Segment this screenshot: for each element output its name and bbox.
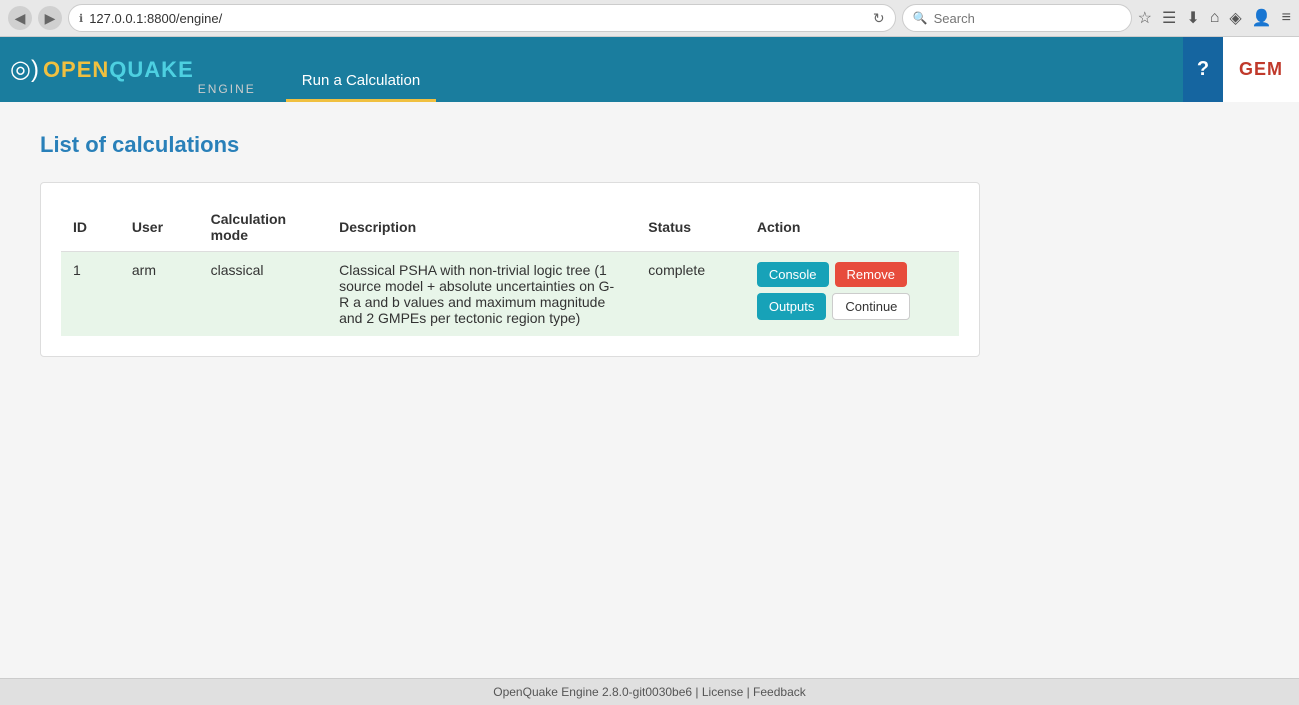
row-status: complete: [636, 252, 745, 337]
footer-version: OpenQuake Engine 2.8.0-git0030be6: [493, 685, 692, 699]
home-button[interactable]: ⌂: [1210, 9, 1220, 27]
col-mode-header: Calculation mode: [199, 203, 327, 252]
row-id: 1: [61, 252, 120, 337]
back-button[interactable]: ◀: [8, 6, 32, 30]
table-container: ID User Calculation mode Description Sta…: [40, 182, 980, 357]
search-input[interactable]: [934, 11, 1121, 26]
search-bar: 🔍: [902, 4, 1132, 32]
nav-tabs: Run a Calculation: [286, 37, 436, 102]
menu-button[interactable]: ≡: [1282, 9, 1291, 27]
help-button[interactable]: ?: [1183, 37, 1223, 102]
main-content: List of calculations ID User Calculation…: [0, 102, 1299, 682]
run-calculation-tab[interactable]: Run a Calculation: [286, 62, 436, 102]
bookmark-button[interactable]: ☆: [1138, 8, 1152, 28]
url-input[interactable]: [89, 11, 867, 26]
logo-quake: QUAKE: [109, 57, 193, 82]
outputs-button[interactable]: Outputs: [757, 293, 827, 320]
page-title: List of calculations: [40, 132, 1259, 158]
row-description: Classical PSHA with non-trivial logic tr…: [327, 252, 636, 337]
license-link[interactable]: License: [702, 685, 743, 699]
col-status-header: Status: [636, 203, 745, 252]
search-icon: 🔍: [913, 11, 928, 25]
download-button[interactable]: ⬇: [1186, 8, 1199, 28]
logo-wave-icon: ◎): [10, 55, 39, 84]
col-desc-header: Description: [327, 203, 636, 252]
row-user: arm: [120, 252, 199, 337]
browser-chrome: ◀ ▶ ℹ ↻ 🔍 ☆ ☰ ⬇ ⌂ ◈ 👤 ≡: [0, 0, 1299, 37]
continue-button[interactable]: Continue: [832, 293, 910, 320]
logo-text: OPENQUAKE: [43, 57, 194, 83]
forward-button[interactable]: ▶: [38, 6, 62, 30]
col-user-header: User: [120, 203, 199, 252]
logo-open: OPEN: [43, 57, 109, 82]
logo-section: ◎) OPENQUAKE ENGINE: [0, 37, 266, 102]
lock-icon: ℹ: [79, 12, 83, 25]
logo-engine: ENGINE: [198, 82, 256, 102]
bookmark-list-button[interactable]: ☰: [1162, 8, 1176, 28]
app-header: ◎) OPENQUAKE ENGINE Run a Calculation ? …: [0, 37, 1299, 102]
feedback-link[interactable]: Feedback: [753, 685, 806, 699]
console-button[interactable]: Console: [757, 262, 829, 287]
pocket-button[interactable]: ◈: [1229, 8, 1241, 28]
address-bar: ℹ ↻: [68, 4, 896, 32]
row-mode: classical: [199, 252, 327, 337]
sync-button[interactable]: 👤: [1252, 8, 1272, 28]
header-right: ? GEM: [1183, 37, 1299, 102]
table-row: 1 arm classical Classical PSHA with non-…: [61, 252, 959, 337]
browser-toolbar: ◀ ▶ ℹ ↻ 🔍 ☆ ☰ ⬇ ⌂ ◈ 👤 ≡: [0, 0, 1299, 36]
gem-logo: GEM: [1223, 37, 1299, 102]
row-actions: Console Remove Outputs Continue: [745, 252, 959, 337]
col-id-header: ID: [61, 203, 120, 252]
remove-button[interactable]: Remove: [835, 262, 907, 287]
calculations-table: ID User Calculation mode Description Sta…: [61, 203, 959, 336]
col-action-header: Action: [745, 203, 959, 252]
browser-icons: ☆ ☰ ⬇ ⌂ ◈ 👤 ≡: [1138, 8, 1291, 28]
reload-button[interactable]: ↻: [873, 10, 885, 27]
table-header-row: ID User Calculation mode Description Sta…: [61, 203, 959, 252]
footer: OpenQuake Engine 2.8.0-git0030be6 | Lice…: [0, 678, 1299, 705]
action-buttons: Console Remove Outputs Continue: [757, 262, 947, 320]
